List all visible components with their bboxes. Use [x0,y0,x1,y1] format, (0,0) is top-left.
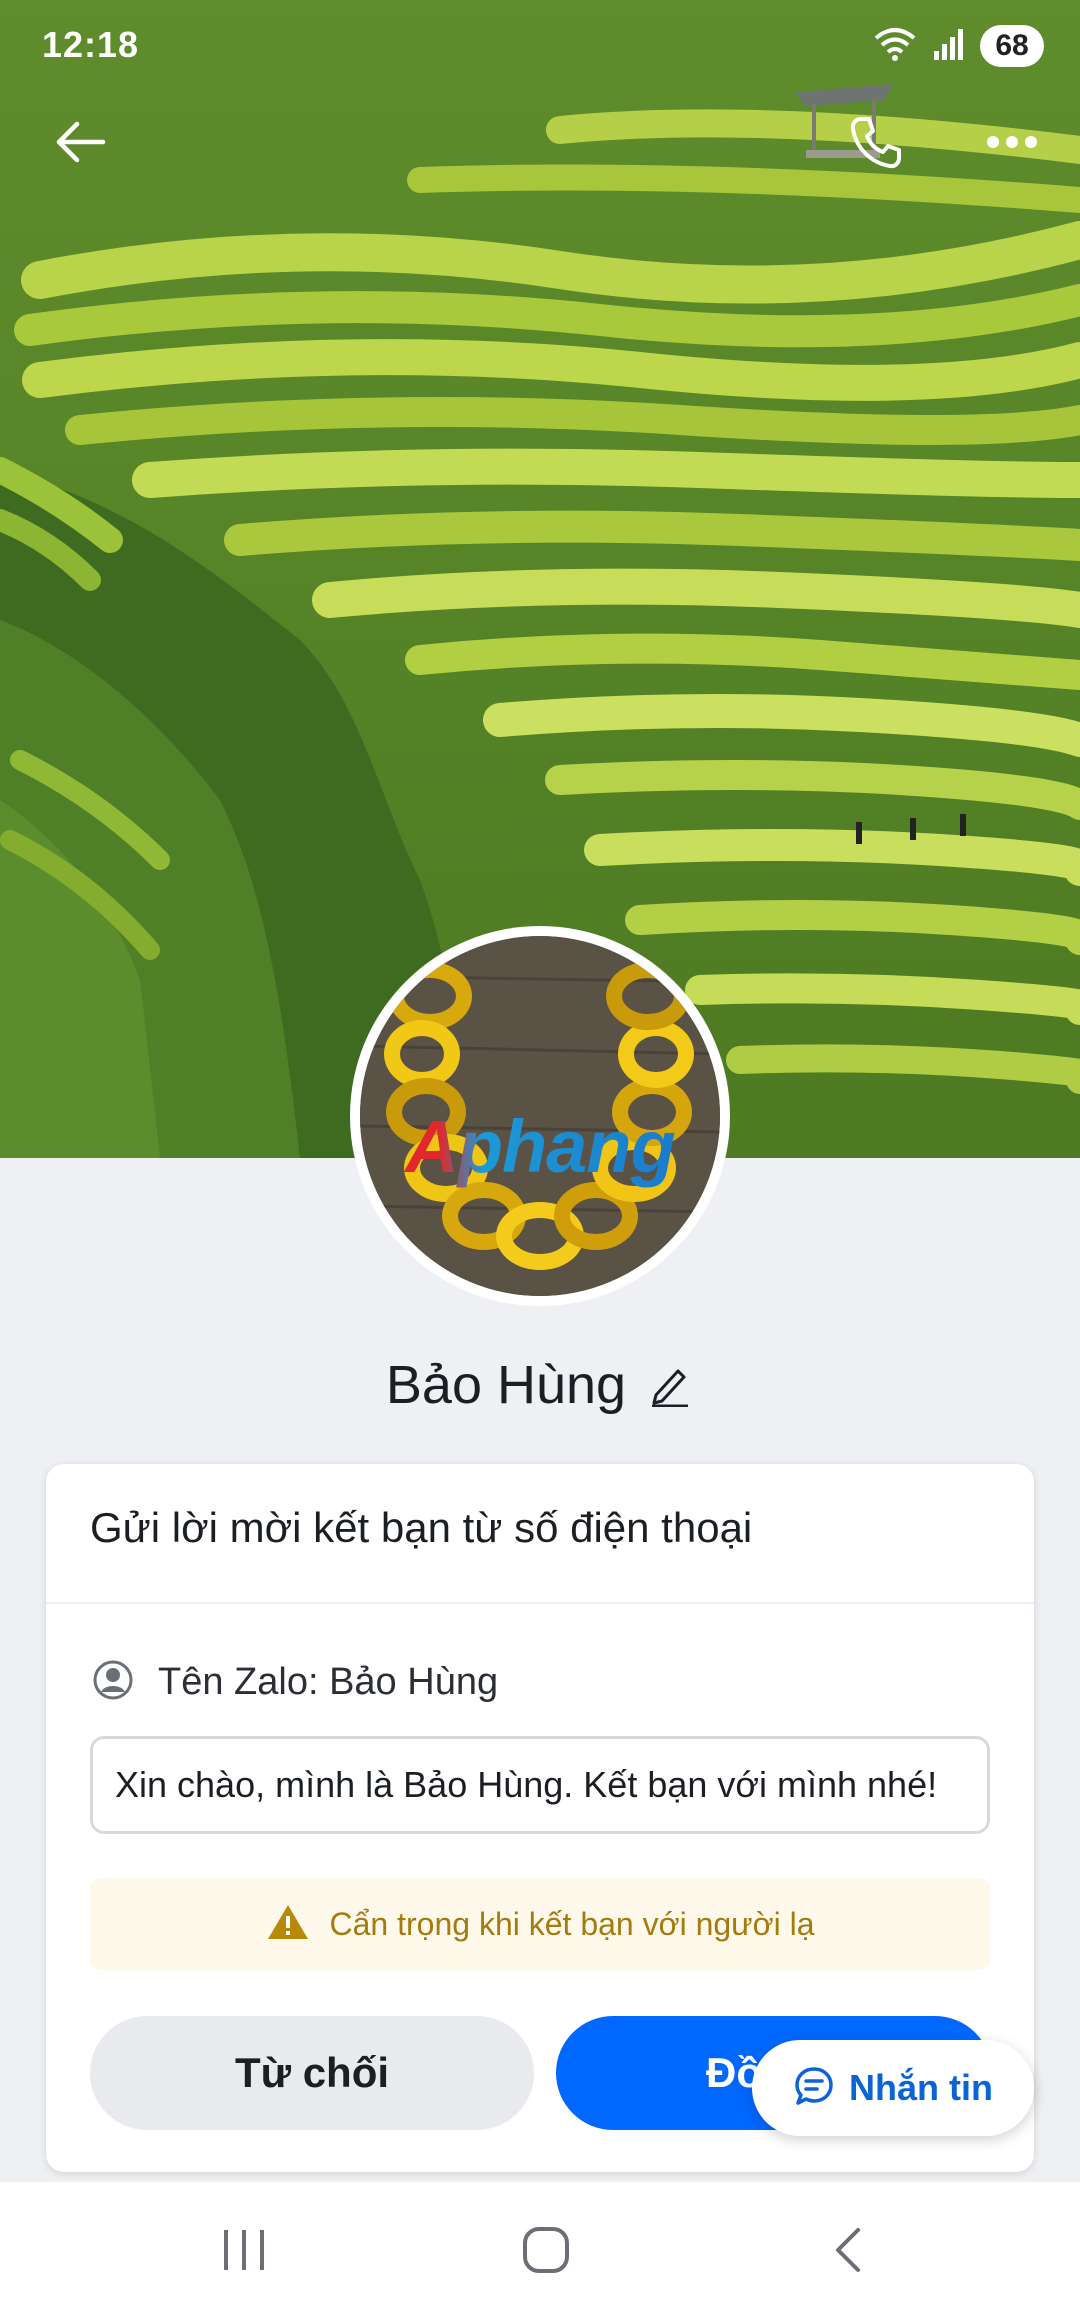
more-options-button[interactable] [976,108,1048,180]
zalo-name-row: Tên Zalo: Bảo Hùng [92,1652,498,1712]
warning-text: Cẩn trọng khi kết bạn với người lạ [329,1905,815,1942]
avatar-image: Aphang [360,936,720,1296]
call-button[interactable] [840,108,912,180]
recent-apps-button[interactable] [204,2212,284,2292]
back-button[interactable] [44,108,116,180]
status-bar: 12:18 68 [0,0,1080,96]
chevron-left-icon [830,2226,866,2279]
recent-apps-icon [220,2228,268,2277]
divider [46,1602,1034,1604]
phone-icon [847,113,905,176]
card-title: Gửi lời mời kết bạn từ số điện thoại [90,1504,753,1551]
warning-banner: Cẩn trọng khi kết bạn với người lạ [90,1878,990,1970]
send-message-label: Nhắn tin [849,2067,993,2108]
home-button[interactable] [506,2212,586,2292]
profile-name: Bảo Hùng [385,1355,627,1415]
arrow-left-icon [53,120,107,169]
avatar-logo-text: Aphang [360,1104,720,1189]
battery-indicator: 68 [980,25,1044,67]
signal-icon [932,27,966,66]
system-navigation-bar [0,2182,1080,2316]
status-icons: 68 [872,24,1044,68]
decline-button[interactable]: Từ chối [90,2016,534,2130]
avatar[interactable]: Aphang [350,926,730,1306]
warning-triangle-icon [266,1902,310,1947]
wifi-icon [872,26,918,67]
user-circle-icon [92,1659,134,1706]
system-back-button[interactable] [808,2212,888,2292]
home-icon [521,2225,571,2280]
zalo-name-label: Tên Zalo: Bảo Hùng [158,1660,499,1703]
chat-bubble-icon [793,2065,835,2112]
send-message-button[interactable]: Nhắn tin [752,2040,1034,2136]
profile-name-row: Bảo Hùng [0,1350,1080,1420]
more-dots-icon [986,135,1038,154]
pencil-icon[interactable] [650,1363,694,1407]
status-time: 12:18 [42,24,140,65]
greeting-message-input[interactable] [90,1736,990,1834]
